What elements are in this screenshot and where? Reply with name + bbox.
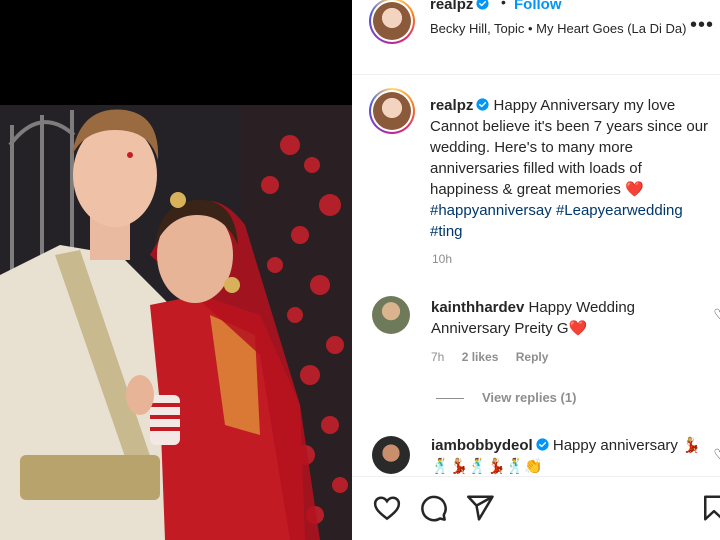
comment-like-icon[interactable]: ♡: [713, 446, 720, 463]
header-separator: •: [501, 0, 506, 10]
hashtag-link[interactable]: #happyanniversay: [430, 202, 552, 219]
comment-likes[interactable]: 2 likes: [462, 350, 499, 364]
commenter-username[interactable]: iambobbydeol: [431, 437, 533, 454]
author-username[interactable]: realpz: [430, 0, 489, 13]
heart-outline-icon[interactable]: [372, 493, 402, 523]
comment-text: iambobbydeol Happy anniversary 💃🏼🕺💃🏼🕺💃🏼🕺…: [431, 437, 701, 475]
caption-username[interactable]: realpz: [430, 97, 473, 114]
audio-track-link[interactable]: Becky Hill, Topic • My Heart Goes (La Di…: [430, 19, 692, 38]
comment-text: kainthhardev Happy Wedding Anniversary P…: [431, 299, 636, 337]
caption-author-avatar[interactable]: [369, 88, 415, 134]
commenter-avatar[interactable]: [372, 436, 410, 474]
commenter-avatar[interactable]: [372, 296, 410, 334]
post-action-bar: [352, 476, 720, 540]
more-options-icon[interactable]: •••: [690, 14, 714, 37]
view-replies-button[interactable]: View replies (1): [436, 390, 576, 405]
paper-plane-icon[interactable]: [465, 493, 495, 523]
post-side-panel: realpz • Follow Becky Hill, Topic • My H…: [352, 0, 720, 540]
author-avatar[interactable]: [369, 0, 415, 44]
comment-bubble-icon[interactable]: [418, 493, 448, 523]
comment-heart-emoji: ❤️: [568, 320, 588, 337]
comment-like-icon[interactable]: ♡: [713, 306, 720, 323]
caption-heart-emoji: ❤️: [625, 181, 644, 198]
verified-badge-icon: [536, 438, 549, 451]
wedding-photo-illustration: [0, 105, 352, 540]
post-header: realpz • Follow Becky Hill, Topic • My H…: [352, 0, 720, 75]
post-photo[interactable]: [0, 105, 352, 540]
caption-line1: Happy Anniversary my love: [493, 97, 676, 114]
comment-timestamp: 7h: [431, 350, 445, 364]
hashtag-link[interactable]: #ting: [430, 223, 463, 240]
follow-button[interactable]: Follow: [514, 0, 562, 13]
post-media-panel: [0, 0, 352, 540]
hashtag-link[interactable]: #Leapyearwedding: [556, 202, 683, 219]
post-caption: realpz Happy Anniversary my love Cannot …: [430, 95, 714, 242]
comment-meta: 7h 2 likes Reply: [431, 350, 562, 364]
verified-badge-icon: [476, 0, 489, 10]
replies-divider: [436, 398, 464, 400]
bookmark-icon[interactable]: [699, 493, 720, 523]
commenter-username[interactable]: kainthhardev: [431, 299, 524, 316]
caption-body: Cannot believe it's been 7 years since o…: [430, 118, 709, 198]
caption-timestamp[interactable]: 10h: [432, 252, 452, 266]
verified-badge-icon: [476, 98, 489, 111]
reply-button[interactable]: Reply: [516, 350, 549, 364]
